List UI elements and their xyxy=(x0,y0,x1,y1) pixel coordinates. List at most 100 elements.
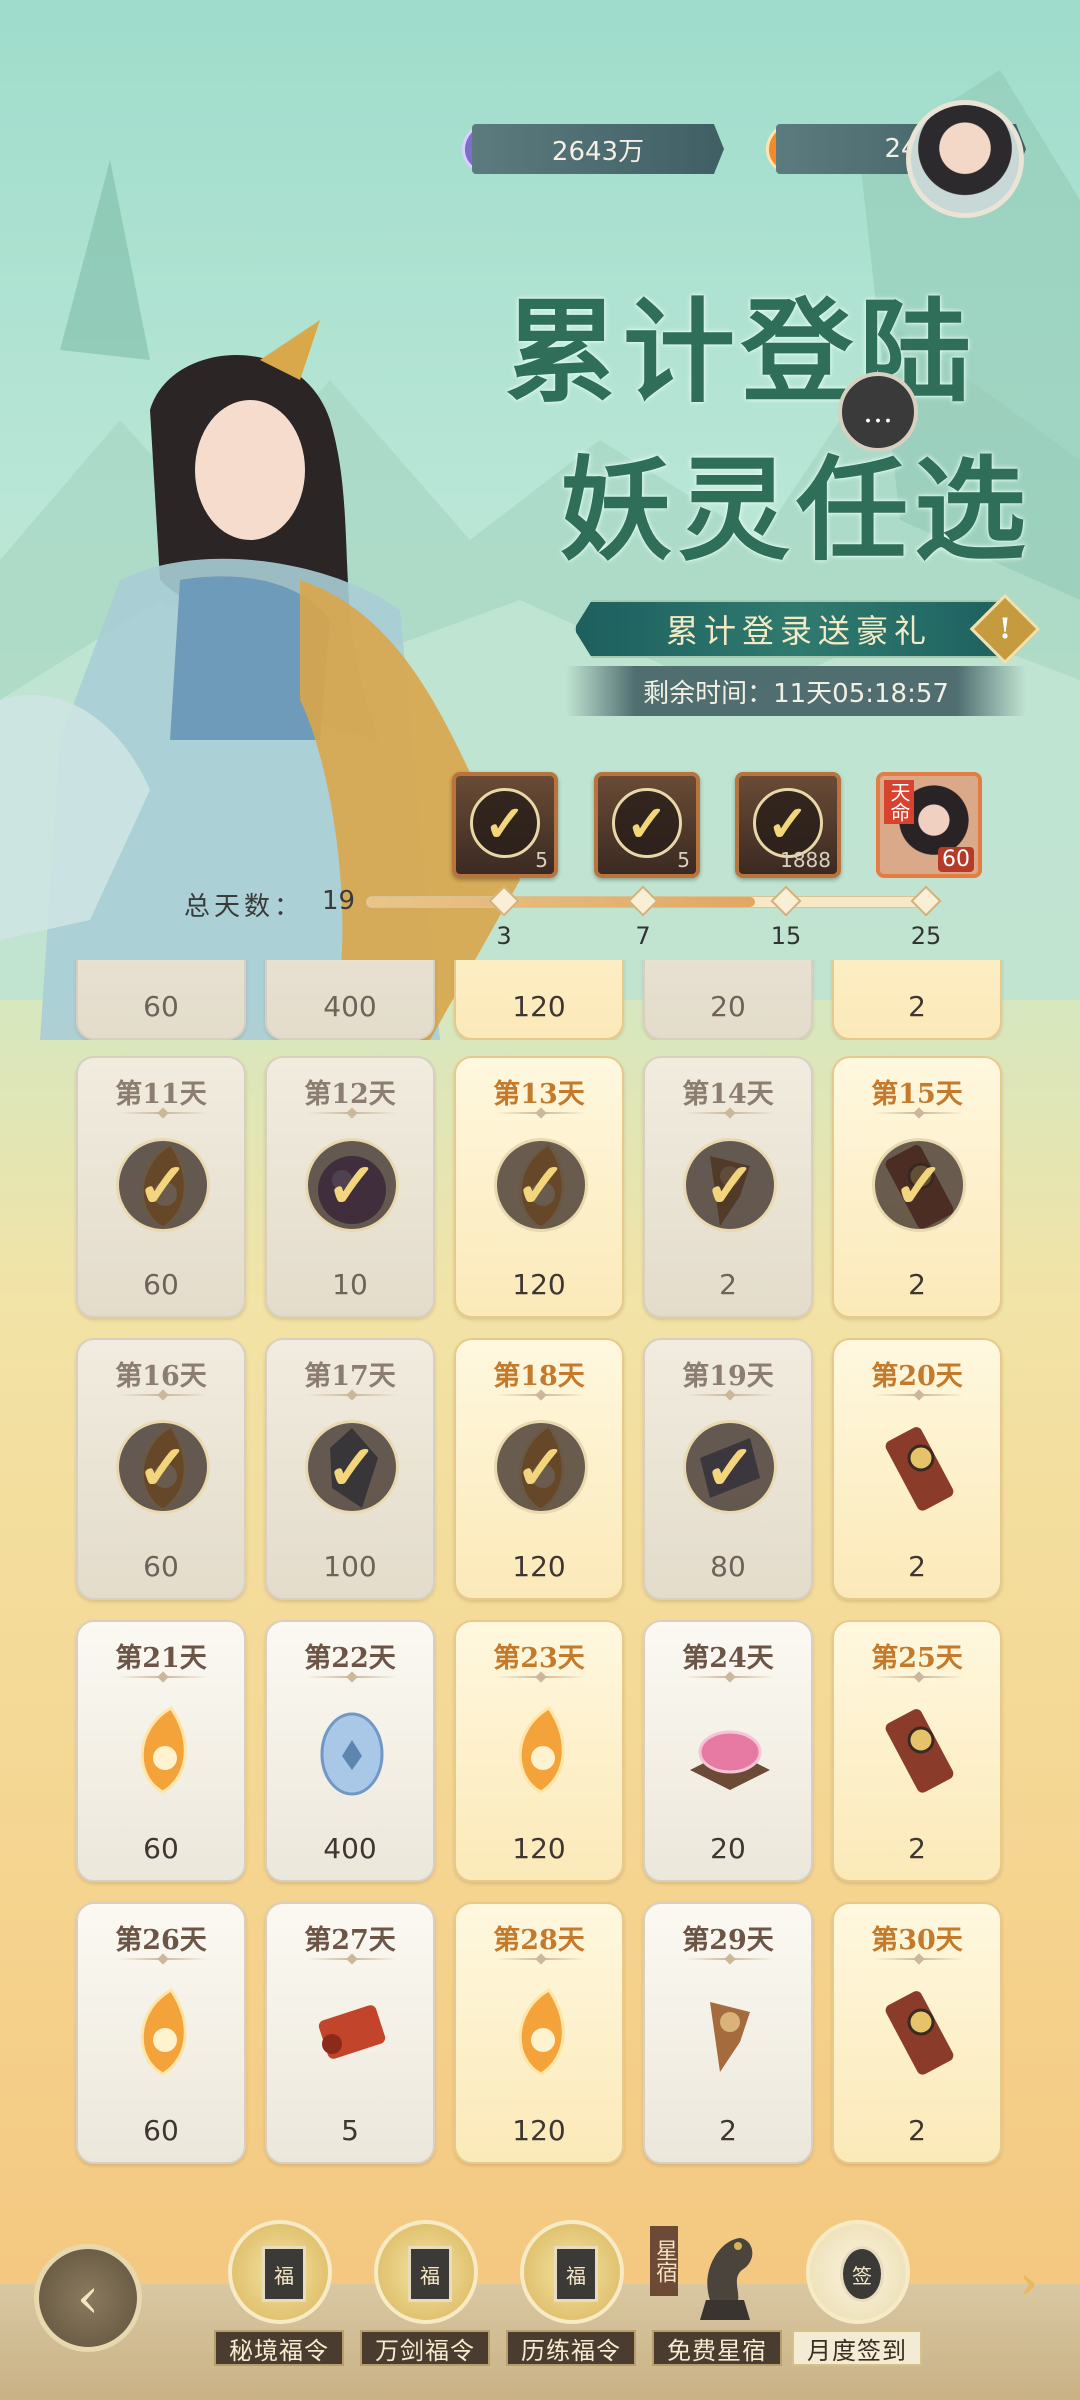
claimed-check-icon: ✓ xyxy=(494,1138,588,1232)
day-card[interactable]: 120 xyxy=(454,960,624,1040)
day-card[interactable]: 第28天 120 xyxy=(454,1902,624,2164)
jade-currency-value: 2643万 xyxy=(472,124,724,174)
day-card[interactable]: 第17天 ✓ 100 xyxy=(265,1338,435,1600)
milestone-day-label: 15 xyxy=(770,922,802,950)
reward-quantity: 60 xyxy=(143,2114,179,2147)
milestone-reward-day15[interactable]: ✓ 1888 xyxy=(735,772,841,878)
day-card[interactable]: 第26天 60 xyxy=(76,1902,246,2164)
red-scroll-icon xyxy=(318,2005,386,2059)
day-label: 第16天 xyxy=(115,1361,207,1392)
claimed-check-icon: ✓ xyxy=(683,1138,777,1232)
day-label: 第17天 xyxy=(304,1361,396,1392)
milestone-qty: 5 xyxy=(535,848,548,872)
reward-quantity: 120 xyxy=(512,1832,566,1865)
player-avatar[interactable] xyxy=(906,100,1024,218)
back-arrow-icon[interactable]: ‹ xyxy=(34,2244,142,2352)
milestone-qty: 60 xyxy=(938,847,974,872)
reward-quantity: 2 xyxy=(908,1832,926,1865)
day-card[interactable]: 2 xyxy=(832,960,1002,1040)
chat-bubble-icon[interactable]: … xyxy=(838,372,918,452)
talisman-icon xyxy=(885,1991,954,2075)
day-card[interactable]: 第15天 ✓ 2 xyxy=(832,1056,1002,1318)
day-card[interactable]: 第24天 20 xyxy=(643,1620,813,1882)
divider-ornament xyxy=(307,1958,397,1960)
divider-ornament xyxy=(874,1958,964,1960)
day-label: 第29天 xyxy=(682,1925,774,1956)
claimed-check-icon: ✓ xyxy=(305,1420,399,1514)
total-days-label: 总天数： xyxy=(184,892,305,922)
milestone-reward-day3[interactable]: ✓ 5 xyxy=(452,772,558,878)
total-days-value: 19 xyxy=(322,886,356,916)
divider-ornament xyxy=(496,1676,586,1678)
day-card[interactable]: 第21天 60 xyxy=(76,1620,246,1882)
tab-label: 万剑福令 xyxy=(360,2330,490,2366)
claimed-check-icon: ✓ xyxy=(872,1138,966,1232)
tab-label: 月度签到 xyxy=(792,2330,922,2366)
reward-quantity: 10 xyxy=(332,1268,368,1301)
day-card[interactable]: 第29天 2 xyxy=(643,1902,813,2164)
next-arrow-icon[interactable]: › xyxy=(1020,2258,1038,2309)
reward-quantity: 2 xyxy=(908,2114,926,2147)
day-card[interactable]: 第18天 ✓ 120 xyxy=(454,1338,624,1600)
day-card[interactable]: 400 xyxy=(265,960,435,1040)
reward-quantity: 60 xyxy=(143,1832,179,1865)
tab-label: 历练福令 xyxy=(506,2330,636,2366)
day-card[interactable]: 60 xyxy=(76,960,246,1040)
day-label: 第30天 xyxy=(871,1925,963,1956)
reward-quantity: 80 xyxy=(710,1550,746,1583)
reward-quantity: 120 xyxy=(512,2114,566,2147)
day-label: 第19天 xyxy=(682,1361,774,1392)
milestone-qty: 5 xyxy=(677,848,690,872)
reward-quantity: 60 xyxy=(143,1268,179,1301)
tab-training-pass[interactable]: 福 历练福令 xyxy=(506,2220,636,2370)
flame-token-icon xyxy=(518,1706,565,1794)
tab-secret-realm-pass[interactable]: 福 秘境福令 xyxy=(214,2220,344,2370)
claimed-check-icon: ✓ xyxy=(305,1138,399,1232)
milestone-node xyxy=(770,885,802,917)
reward-quantity: 20 xyxy=(710,1832,746,1865)
pink-gem-stand-icon xyxy=(690,1730,770,1790)
day-label: 第28天 xyxy=(493,1925,585,1956)
day-card[interactable]: 20 xyxy=(643,960,813,1040)
day-card[interactable]: 第30天 2 xyxy=(832,1902,1002,2164)
checkin-sign-icon: 签 xyxy=(806,2220,910,2324)
claimed-check-icon: ✓ xyxy=(116,1420,210,1514)
spirit-egg-icon xyxy=(320,1712,384,1796)
milestone-day-label: 3 xyxy=(496,922,512,950)
divider-ornament xyxy=(307,1676,397,1678)
day-card[interactable]: 第13天 ✓ 120 xyxy=(454,1056,624,1318)
milestone-reward-day7[interactable]: ✓ 5 xyxy=(594,772,700,878)
day-card[interactable]: 第23天 120 xyxy=(454,1620,624,1882)
day-card[interactable]: 第22天 400 xyxy=(265,1620,435,1882)
divider-ornament xyxy=(685,1958,775,1960)
talisman-icon xyxy=(885,1709,954,1793)
day-label: 第18天 xyxy=(493,1361,585,1392)
day-card[interactable]: 第27天 5 xyxy=(265,1902,435,2164)
milestone-reward-day25[interactable]: 天命 60 xyxy=(876,772,982,878)
day-card[interactable]: 第14天 ✓ 2 xyxy=(643,1056,813,1318)
flame-token-icon xyxy=(140,1988,187,2076)
reward-quantity: 5 xyxy=(341,2114,359,2147)
dragon-statue-icon xyxy=(700,2238,753,2320)
constellation-badge: 星宿 xyxy=(650,2226,678,2296)
divider-ornament xyxy=(874,1112,964,1114)
day-card[interactable]: 第25天 2 xyxy=(832,1620,1002,1882)
claimed-check-icon: ✓ xyxy=(116,1138,210,1232)
reward-quantity: 2 xyxy=(719,1268,737,1301)
day-label: 第11天 xyxy=(115,1079,207,1110)
day-card[interactable]: 第19天 ✓ 80 xyxy=(643,1338,813,1600)
tab-monthly-checkin[interactable]: 签 月度签到 xyxy=(792,2220,922,2370)
day-label: 第23天 xyxy=(493,1643,585,1674)
day-card[interactable]: 第11天 ✓ 60 xyxy=(76,1056,246,1318)
milestone-day-label: 25 xyxy=(910,922,942,950)
day-card[interactable]: 第16天 ✓ 60 xyxy=(76,1338,246,1600)
talisman-icon xyxy=(885,1427,954,1511)
divider-ornament xyxy=(496,1958,586,1960)
tianming-tag: 天命 xyxy=(884,780,914,824)
remaining-time: 剩余时间：11天05:18:57 xyxy=(566,666,1026,716)
divider-ornament xyxy=(307,1394,397,1396)
day-card[interactable]: 第12天 ✓ 10 xyxy=(265,1056,435,1318)
reward-quantity: 100 xyxy=(323,1550,377,1583)
tab-sword-pass[interactable]: 福 万剑福令 xyxy=(360,2220,490,2370)
day-card[interactable]: 第20天 2 xyxy=(832,1338,1002,1600)
